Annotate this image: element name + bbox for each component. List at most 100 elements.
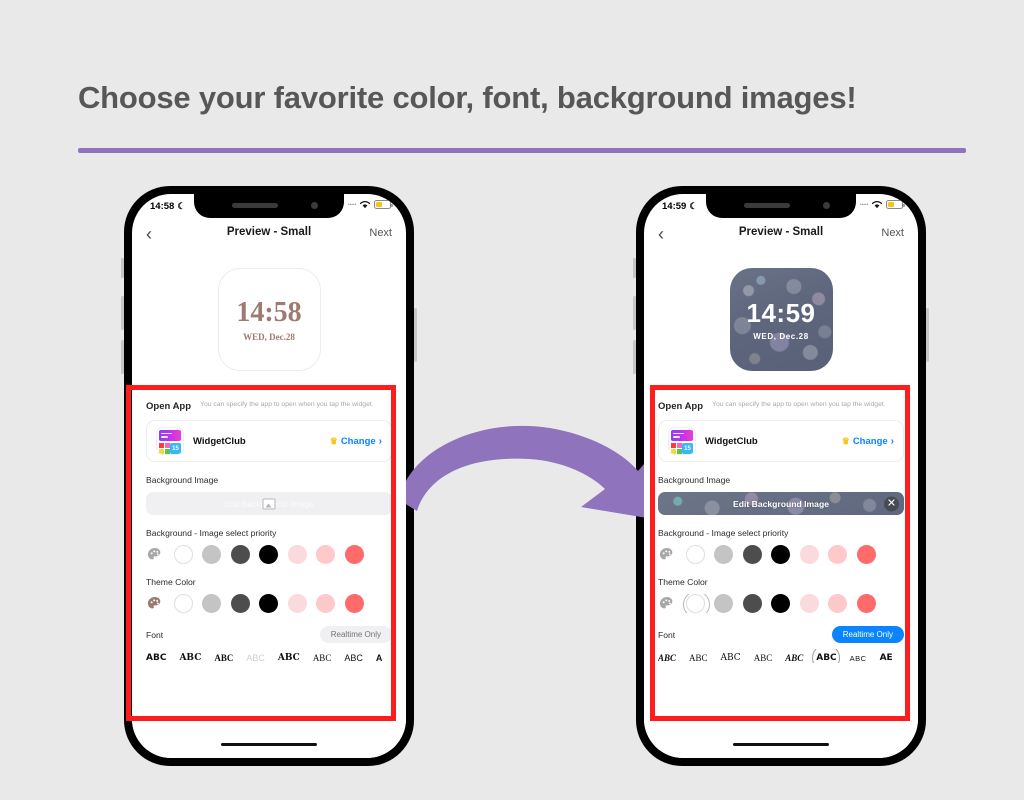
swatch-red[interactable] [344, 594, 364, 613]
font-sample[interactable]: ABC [658, 653, 676, 663]
theme-color-label: Theme Color [146, 577, 196, 587]
swatch-pink[interactable] [316, 545, 335, 564]
swatch-white[interactable] [685, 545, 705, 564]
font-sample[interactable]: AE [880, 653, 893, 663]
phone-before: 14:58 ☾ ····· ‹ Preview - Small Next 14:… [121, 186, 417, 766]
swatch-darkgray[interactable] [742, 594, 762, 613]
widget-time: 14:58 [236, 297, 302, 328]
background-image-label: Background Image [146, 475, 219, 485]
font-sample[interactable]: A [376, 653, 383, 663]
volume-down-button[interactable] [121, 340, 124, 374]
bg-priority-swatch-row [146, 545, 392, 564]
swatch-lightpink[interactable] [287, 594, 307, 613]
swatch-lightpink[interactable] [799, 545, 819, 564]
silence-switch[interactable] [633, 258, 636, 278]
transition-arrow [395, 415, 660, 525]
battery-icon [886, 200, 905, 209]
volume-down-button[interactable] [633, 340, 636, 374]
palette-icon[interactable] [658, 546, 676, 564]
open-app-description: You can specify the app to open when you… [200, 401, 374, 408]
font-sample[interactable]: ABC [721, 653, 741, 663]
next-button[interactable]: Next [881, 227, 904, 239]
edit-background-image-button[interactable]: Edit Background Image ✕ [658, 492, 904, 515]
notch [194, 194, 344, 218]
swatch-black[interactable] [771, 594, 790, 613]
app-icon-badge: 15 [682, 443, 693, 454]
swatch-white[interactable] [173, 545, 193, 564]
selected-app-row[interactable]: 15 WidgetClub ♛ Change › [146, 420, 392, 462]
app-name-label: WidgetClub [705, 435, 758, 447]
change-label: Change [340, 435, 376, 447]
swatch-darkgray[interactable] [230, 545, 250, 564]
change-app-button[interactable]: ♛ Change › [330, 436, 382, 447]
settings-panel: Open App You can specify the app to open… [132, 388, 406, 758]
font-sample[interactable]: ABC [689, 653, 708, 663]
swatch-lightpink[interactable] [799, 594, 819, 613]
open-app-header: Open App You can specify the app to open… [146, 400, 392, 412]
swatch-darkgray[interactable] [742, 545, 762, 564]
volume-up-button[interactable] [121, 296, 124, 330]
crown-icon: ♛ [329, 435, 338, 446]
widget-preview[interactable]: 14:59 WED, Dec.28 [729, 268, 833, 371]
swatch-darkgray[interactable] [230, 594, 250, 613]
clock-label: 14:58 [150, 201, 175, 212]
swatch-pink[interactable] [316, 594, 335, 613]
swatch-white-selected[interactable] [682, 594, 710, 613]
swatch-red[interactable] [856, 594, 876, 613]
font-sample[interactable]: ABC [850, 654, 867, 663]
realtime-only-toggle[interactable]: Realtime Only [831, 626, 904, 643]
swatch-black[interactable] [259, 594, 278, 613]
swatch-pink[interactable] [828, 594, 847, 613]
swatch-lightgray[interactable] [714, 545, 733, 564]
font-sample[interactable]: ABC [246, 653, 265, 663]
widget-preview-area: 14:58 WED, Dec.28 [132, 251, 406, 388]
app-icon-badge: 15 [170, 443, 181, 454]
swatch-black[interactable] [771, 545, 790, 564]
chevron-right-icon: › [890, 435, 894, 447]
font-sample-selected[interactable]: ABC [816, 653, 836, 663]
font-sample[interactable]: ABC [146, 653, 166, 663]
nav-bar: ‹ Preview - Small Next [132, 219, 406, 251]
palette-icon[interactable] [146, 595, 164, 613]
palette-icon[interactable] [146, 546, 164, 564]
font-sample[interactable]: ABC [344, 653, 363, 663]
swatch-red[interactable] [856, 545, 876, 564]
font-sample[interactable]: ABC [785, 653, 803, 663]
swatch-white[interactable] [173, 594, 193, 613]
power-button[interactable] [414, 308, 417, 362]
nav-title: Preview - Small [738, 226, 824, 238]
font-sample[interactable]: ABC [214, 653, 233, 663]
widget-preview[interactable]: 14:58 WED, Dec.28 [217, 268, 321, 371]
volume-up-button[interactable] [633, 296, 636, 330]
font-sample[interactable]: ABC [179, 653, 201, 663]
realtime-only-toggle[interactable]: Realtime Only [319, 626, 392, 643]
swatch-lightgray[interactable] [202, 545, 221, 564]
power-button[interactable] [926, 308, 929, 362]
home-indicator [221, 742, 317, 746]
font-sample[interactable]: ABC [313, 653, 332, 663]
font-sample[interactable]: ABC [278, 653, 300, 663]
bg-priority-swatch-row [658, 545, 904, 564]
swatch-lightpink[interactable] [287, 545, 307, 564]
font-header: Font Realtime Only [658, 626, 904, 643]
status-bar-right: ····· [860, 200, 905, 209]
change-app-button[interactable]: ♛ Change › [842, 436, 894, 447]
selected-app-row[interactable]: 15 WidgetClub ♛ Change › [658, 420, 904, 462]
title-underline [78, 148, 966, 153]
swatch-pink[interactable] [828, 545, 847, 564]
swatch-black[interactable] [259, 545, 278, 564]
swatch-lightgray[interactable] [202, 594, 221, 613]
palette-icon[interactable] [658, 595, 676, 613]
bg-priority-label: Background - Image select priority [658, 528, 789, 538]
edit-background-image-button[interactable]: Edit Background Image [146, 492, 392, 515]
close-icon[interactable]: ✕ [884, 496, 899, 511]
silence-switch[interactable] [121, 258, 124, 278]
earpiece-speaker [744, 203, 790, 208]
change-label: Change [852, 435, 888, 447]
font-sample[interactable]: ABC [754, 653, 773, 663]
swatch-red[interactable] [344, 545, 364, 564]
next-button[interactable]: Next [369, 227, 392, 239]
chevron-right-icon: › [378, 435, 382, 447]
crown-icon: ♛ [841, 435, 850, 446]
swatch-lightgray[interactable] [714, 594, 733, 613]
